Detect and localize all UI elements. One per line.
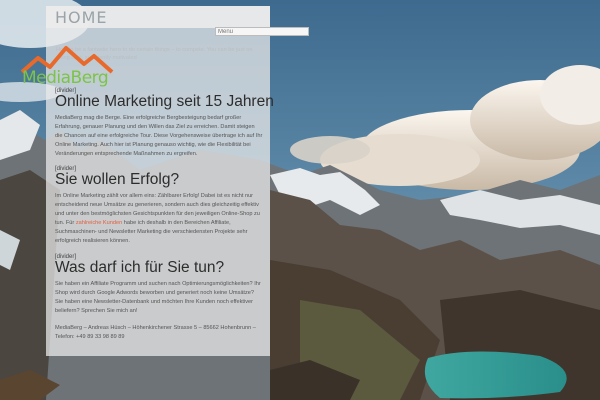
footer-contact: MediaBerg – Andreas Hüsch – Höhenkirchen… [55,325,256,341]
site-logo-text[interactable]: MediaBerg [22,68,109,88]
customers-link[interactable]: zahlreiche Kunden [76,220,122,226]
header-bar: HOME [46,6,270,28]
section-text-marketing: MediaBerg mag die Berge. Eine erfolgreic… [55,115,263,158]
section-text-success: Im Online Marketing zählt vor allem eins… [55,192,263,247]
section-text-services: Sie haben ein Affiliate Programm und suc… [55,281,261,315]
menu-search-input[interactable] [215,27,309,36]
section-heading-success: Sie wollen Erfolg? [55,171,180,188]
section-heading-services: Was darf ich für Sie tun? [55,259,225,276]
home-title[interactable]: HOME [55,8,108,27]
section-heading-marketing: Online Marketing seit 15 Jahren [55,93,274,110]
